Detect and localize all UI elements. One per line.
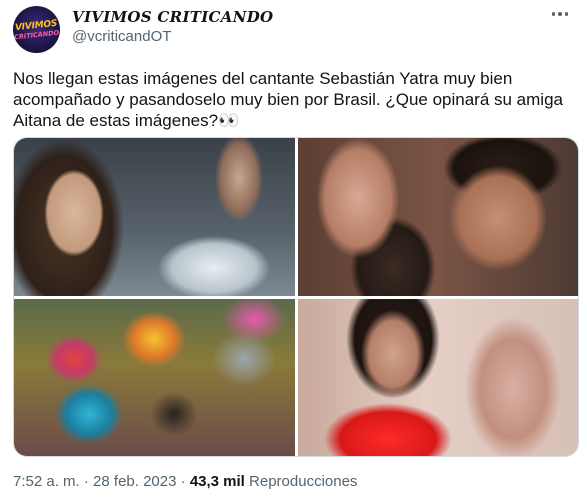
tweet-text: Nos llegan estas imágenes del cantante S… xyxy=(13,69,563,130)
views-label: Reproducciones xyxy=(249,473,358,490)
more-options-icon[interactable] xyxy=(546,4,574,24)
more-dot xyxy=(558,12,562,16)
more-dot xyxy=(564,12,569,16)
views-count: 43,3 mil xyxy=(189,473,245,490)
media-grid xyxy=(13,137,579,457)
meta-separator: · xyxy=(83,473,89,490)
meta-separator: · xyxy=(180,473,186,490)
more-dot xyxy=(551,12,556,16)
tweet-time[interactable]: 7:52 a. m. xyxy=(13,473,80,490)
author-handle[interactable]: @vcriticandOT xyxy=(72,28,171,45)
author-display-name[interactable]: VIVIMOS CRITICANDO xyxy=(72,8,273,26)
tweet-meta: 7:52 a. m. · 28 feb. 2023 · 43,3 mil Rep… xyxy=(13,473,357,490)
tweet-date[interactable]: 28 feb. 2023 xyxy=(93,473,176,490)
photo-1[interactable] xyxy=(14,138,295,296)
photo-4[interactable] xyxy=(298,299,578,456)
tweet-card: VIVIMOS CRITICANDO VIVIMOS CRITICANDO @v… xyxy=(0,0,587,499)
avatar[interactable]: VIVIMOS CRITICANDO xyxy=(13,6,60,53)
photo-2[interactable] xyxy=(298,138,578,296)
photo-3[interactable] xyxy=(14,299,295,456)
